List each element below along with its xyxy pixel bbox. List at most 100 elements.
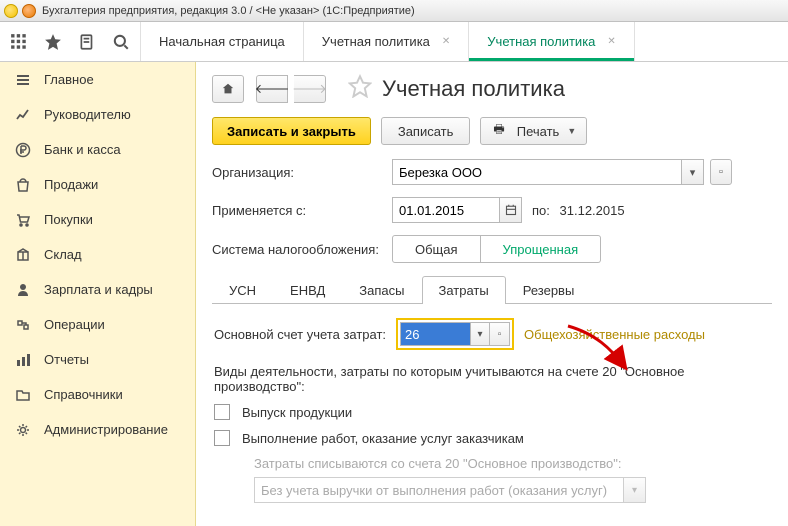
box-icon <box>14 246 32 264</box>
close-icon[interactable]: ✕ <box>607 36 615 47</box>
top-tabs: Начальная страница Учетная политика✕ Уче… <box>140 22 634 61</box>
cb-production[interactable] <box>214 404 230 420</box>
date-to-block: по: 31.12.2015 <box>532 203 625 218</box>
costs-panel: Основной счет учета затрат: ▾ ▫ Общехозя… <box>212 304 772 503</box>
open-button[interactable]: ▫ <box>710 159 732 185</box>
dropdown-button[interactable]: ▾ <box>682 159 704 185</box>
sidebar: Главное Руководителю Банк и касса Продаж… <box>0 62 196 526</box>
chart-up-icon <box>14 106 32 124</box>
cb-works-label: Выполнение работ, оказание услуг заказчи… <box>242 431 524 446</box>
window-title: Бухгалтерия предприятия, редакция 3.0 / … <box>42 5 415 17</box>
activities-label: Виды деятельности, затраты по которым уч… <box>214 364 770 394</box>
tax-toggle: Общая Упрощенная <box>392 235 601 263</box>
sidebar-item-operations[interactable]: Операции <box>0 307 195 342</box>
home-button[interactable] <box>212 75 244 103</box>
gear-icon <box>14 421 32 439</box>
close-icon[interactable]: ✕ <box>442 36 450 47</box>
sidebar-item-sales[interactable]: Продажи <box>0 167 195 202</box>
tab-label: Начальная страница <box>159 34 285 49</box>
date-to-value: 31.12.2015 <box>560 203 625 218</box>
account-open-button[interactable]: ▫ <box>490 322 510 346</box>
folder-icon <box>14 386 32 404</box>
subtab-costs[interactable]: Затраты <box>422 276 506 304</box>
account-dropdown-button[interactable]: ▾ <box>470 322 490 346</box>
sidebar-item-label: Администрирование <box>44 422 168 437</box>
cb-works[interactable] <box>214 430 230 446</box>
subtab-envd[interactable]: ЕНВД <box>273 276 342 304</box>
sidebar-item-label: Главное <box>44 72 94 87</box>
favorite-star-icon[interactable] <box>348 74 372 103</box>
date-from-input[interactable] <box>392 197 500 223</box>
writeoff-block: Затраты списываются со счета 20 "Основно… <box>254 456 770 503</box>
sidebar-item-purchases[interactable]: Покупки <box>0 202 195 237</box>
bag-icon <box>14 176 32 194</box>
window-titlebar: Бухгалтерия предприятия, редакция 3.0 / … <box>0 0 788 22</box>
date-to-label: по: <box>532 203 550 218</box>
org-label: Организация: <box>212 165 392 180</box>
operations-icon <box>14 316 32 334</box>
sidebar-item-main[interactable]: Главное <box>0 62 195 97</box>
save-button[interactable]: Записать <box>381 117 471 145</box>
subtab-reserves[interactable]: Резервы <box>506 276 592 304</box>
cart-icon <box>14 211 32 229</box>
forward-button[interactable]: 🡒 <box>294 75 326 103</box>
tab-policy-2[interactable]: Учетная политика ✕ <box>468 22 634 61</box>
sidebar-item-label: Покупки <box>44 212 93 227</box>
toolbar-icons <box>0 22 140 61</box>
writeoff-input <box>254 477 624 503</box>
calendar-button[interactable] <box>500 197 522 223</box>
search-icon[interactable] <box>104 23 138 61</box>
sidebar-item-bank[interactable]: Банк и касса <box>0 132 195 167</box>
action-bar: Записать и закрыть Записать 🖶Печать▼ <box>212 117 772 145</box>
account-input-wrap: ▾ ▫ <box>396 318 514 350</box>
sidebar-item-salary[interactable]: Зарплата и кадры <box>0 272 195 307</box>
sidebar-item-label: Руководителю <box>44 107 131 122</box>
org-input[interactable] <box>392 159 682 185</box>
sidebar-item-label: Зарплата и кадры <box>44 282 153 297</box>
subtab-stocks[interactable]: Запасы <box>342 276 421 304</box>
tab-label: Учетная политика <box>487 34 595 49</box>
print-button[interactable]: 🖶Печать▼ <box>480 117 587 145</box>
caret-down-icon: ▼ <box>567 126 576 136</box>
sidebar-item-catalogs[interactable]: Справочники <box>0 377 195 412</box>
sidebar-item-reports[interactable]: Отчеты <box>0 342 195 377</box>
subtab-usn[interactable]: УСН <box>212 276 273 304</box>
sidebar-item-manager[interactable]: Руководителю <box>0 97 195 132</box>
print-label: Печать <box>517 124 560 139</box>
tab-home[interactable]: Начальная страница <box>140 22 303 61</box>
subtabs: УСН ЕНВД Запасы Затраты Резервы <box>212 275 772 304</box>
sidebar-item-label: Продажи <box>44 177 98 192</box>
app-logo-icon <box>4 4 18 18</box>
cb-production-label: Выпуск продукции <box>242 405 352 420</box>
account-name: Общехозяйственные расходы <box>524 327 705 342</box>
window-sys-icon[interactable] <box>22 4 36 18</box>
save-close-button[interactable]: Записать и закрыть <box>212 117 371 145</box>
account-row: Основной счет учета затрат: ▾ ▫ Общехозя… <box>214 318 770 350</box>
date-label: Применяется с: <box>212 203 392 218</box>
history-icon[interactable] <box>70 23 104 61</box>
tab-policy-1[interactable]: Учетная политика✕ <box>303 22 469 61</box>
back-button[interactable]: 🡐 <box>256 75 288 103</box>
apps-icon[interactable] <box>2 23 36 61</box>
sidebar-item-admin[interactable]: Администрирование <box>0 412 195 447</box>
sidebar-item-label: Отчеты <box>44 352 89 367</box>
writeoff-label: Затраты списываются со счета 20 "Основно… <box>254 456 770 471</box>
sidebar-item-label: Справочники <box>44 387 123 402</box>
back-forward: 🡐 🡒 <box>256 75 326 103</box>
sidebar-item-warehouse[interactable]: Склад <box>0 237 195 272</box>
content-area: 🡐 🡒 Учетная политика Записать и закрыть … <box>196 62 788 526</box>
org-row: Организация: ▾ ▫ <box>212 159 772 185</box>
tabs-spacer <box>634 22 788 61</box>
cb-works-row: Выполнение работ, оказание услуг заказчи… <box>214 430 770 446</box>
tax-simplified-button[interactable]: Упрощенная <box>481 235 602 263</box>
menu-icon <box>14 71 32 89</box>
date-input-wrap <box>392 197 522 223</box>
sidebar-item-label: Банк и касса <box>44 142 121 157</box>
tax-general-button[interactable]: Общая <box>392 235 481 263</box>
page-title: Учетная политика <box>382 76 565 102</box>
ruble-icon <box>14 141 32 159</box>
tax-label: Система налогообложения: <box>212 242 392 257</box>
star-icon[interactable] <box>36 23 70 61</box>
account-input[interactable] <box>400 322 470 346</box>
account-label: Основной счет учета затрат: <box>214 327 386 342</box>
